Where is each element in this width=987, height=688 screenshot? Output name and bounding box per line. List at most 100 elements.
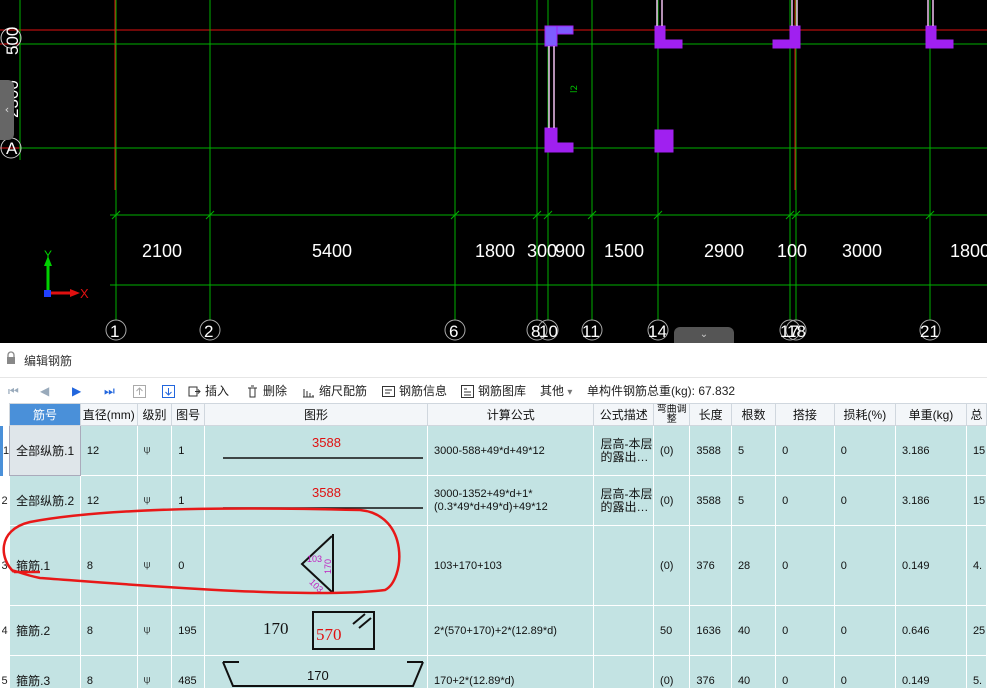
- cell-length[interactable]: 3588: [689, 425, 732, 476]
- cell-figure[interactable]: 170 570: [203, 605, 428, 656]
- cell-length[interactable]: 1636: [689, 605, 732, 656]
- cell-length[interactable]: 376: [689, 655, 732, 688]
- cell-bend[interactable]: (0): [653, 525, 691, 606]
- move-up-button[interactable]: [133, 382, 150, 400]
- col-header[interactable]: 筋号: [9, 403, 81, 426]
- cell-count[interactable]: 5: [730, 475, 777, 526]
- cell-bend[interactable]: (0): [653, 425, 691, 476]
- insert-button[interactable]: 插入: [188, 382, 229, 400]
- col-header[interactable]: 根数: [730, 403, 777, 426]
- cell-lap[interactable]: 0: [775, 475, 835, 526]
- scale-rebar-button[interactable]: 缩尺配筋: [302, 382, 367, 400]
- left-collapse-handle[interactable]: ‹: [0, 80, 14, 140]
- cell-length[interactable]: 376: [689, 525, 732, 606]
- cell-total-weight[interactable]: 5.: [965, 655, 987, 688]
- cell-fig-no[interactable]: 195: [171, 605, 205, 656]
- cell-count[interactable]: 40: [730, 655, 777, 688]
- row-number[interactable]: 3: [1, 525, 10, 606]
- cell-total-weight[interactable]: 15: [965, 475, 987, 526]
- cell-lap[interactable]: 0: [775, 525, 835, 606]
- cell-length[interactable]: 3588: [689, 475, 732, 526]
- cell-description[interactable]: 层高-本层的露出…: [593, 425, 655, 476]
- col-header[interactable]: 损耗(%): [833, 403, 897, 426]
- table-row[interactable]: 5 箍筋.3 8 ⍦ 485 170 170+2*(12.89*d) (0) 3…: [1, 655, 987, 688]
- cell-unit-weight[interactable]: 0.646: [895, 605, 967, 656]
- cell-diameter[interactable]: 8: [79, 605, 138, 656]
- col-header[interactable]: 公式描述: [593, 403, 655, 426]
- cell-grade[interactable]: ⍦: [136, 655, 173, 688]
- cell-unit-weight[interactable]: 0.149: [895, 525, 967, 606]
- cell-description[interactable]: [593, 525, 655, 606]
- move-down-button[interactable]: [162, 382, 179, 400]
- cell-unit-weight[interactable]: 3.186: [895, 475, 967, 526]
- cell-formula[interactable]: 170+2*(12.89*d): [426, 655, 595, 688]
- cell-count[interactable]: 28: [730, 525, 777, 606]
- cell-unit-weight[interactable]: 3.186: [895, 425, 967, 476]
- delete-button[interactable]: 删除: [246, 382, 287, 400]
- other-menu-button[interactable]: 其他 ▾: [540, 382, 572, 400]
- col-header[interactable]: 搭接: [775, 403, 835, 426]
- row-number[interactable]: 2: [1, 475, 10, 526]
- row-number[interactable]: 5: [1, 655, 10, 688]
- row-number[interactable]: 4: [1, 605, 10, 656]
- col-header[interactable]: 图号: [171, 403, 205, 426]
- nav-next-button[interactable]: ▶: [72, 382, 81, 400]
- cell-unit-weight[interactable]: 0.149: [895, 655, 967, 688]
- cell-name[interactable]: 箍筋.1: [9, 525, 81, 606]
- col-header[interactable]: 直径(mm): [79, 403, 138, 426]
- cell-total-weight[interactable]: 15: [965, 425, 987, 476]
- col-header[interactable]: 弯曲调整: [653, 403, 691, 426]
- cell-formula[interactable]: 103+170+103: [426, 525, 595, 606]
- cell-total-weight[interactable]: 25: [965, 605, 987, 656]
- col-header[interactable]: 单重(kg): [895, 403, 967, 426]
- cell-lap[interactable]: 0: [775, 425, 835, 476]
- cell-loss[interactable]: 0: [833, 525, 897, 606]
- cell-diameter[interactable]: 8: [79, 655, 138, 688]
- rebar-library-button[interactable]: 钢筋图库: [461, 382, 526, 400]
- cell-grade[interactable]: ⍦: [136, 525, 173, 606]
- nav-first-button[interactable]: ⏮: [8, 382, 19, 400]
- cell-diameter[interactable]: 12: [79, 475, 138, 526]
- cell-name[interactable]: 全部纵筋.1: [9, 425, 81, 476]
- row-number[interactable]: 1: [0, 425, 10, 476]
- nav-last-button[interactable]: ⏭: [104, 382, 115, 400]
- cell-loss[interactable]: 0: [833, 655, 897, 688]
- cell-bend[interactable]: 50: [653, 605, 691, 656]
- cell-diameter[interactable]: 12: [79, 425, 138, 476]
- cell-loss[interactable]: 0: [833, 425, 897, 476]
- cell-formula[interactable]: 3000-588+49*d+49*12: [426, 425, 595, 476]
- cell-description[interactable]: 层高-本层的露出…: [593, 475, 655, 526]
- cell-total-weight[interactable]: 4.: [965, 525, 987, 606]
- cell-name[interactable]: 全部纵筋.2: [9, 475, 81, 526]
- cell-grade[interactable]: ⍦: [136, 475, 173, 526]
- cell-fig-no[interactable]: 0: [171, 525, 205, 606]
- cell-bend[interactable]: (0): [653, 475, 691, 526]
- cell-grade[interactable]: ⍦: [136, 605, 173, 656]
- cell-fig-no[interactable]: 1: [171, 425, 205, 476]
- col-header[interactable]: 长度: [689, 403, 732, 426]
- cell-fig-no[interactable]: 1: [171, 475, 205, 526]
- cell-figure[interactable]: 170: [203, 655, 428, 688]
- cell-formula[interactable]: 3000-1352+49*d+1*(0.3*49*d+49*d)+49*12: [426, 475, 595, 526]
- cell-description[interactable]: [593, 655, 655, 688]
- cell-count[interactable]: 5: [730, 425, 777, 476]
- cell-loss[interactable]: 0: [833, 605, 897, 656]
- collapse-panel-tab[interactable]: ⌄: [674, 327, 734, 343]
- cell-formula[interactable]: 2*(570+170)+2*(12.89*d): [426, 605, 595, 656]
- cell-name[interactable]: 箍筋.2: [9, 605, 81, 656]
- table-row[interactable]: 2 全部纵筋.2 12 ⍦ 1 3588 3000-1352+49*d+1*(0…: [1, 475, 987, 526]
- nav-prev-button[interactable]: ◀: [40, 382, 49, 400]
- cell-fig-no[interactable]: 485: [171, 655, 205, 688]
- cell-grade[interactable]: ⍦: [136, 425, 173, 476]
- cell-description[interactable]: [593, 605, 655, 656]
- cell-lap[interactable]: 0: [775, 655, 835, 688]
- col-header[interactable]: 总: [965, 403, 987, 426]
- cell-count[interactable]: 40: [730, 605, 777, 656]
- cad-drawing-canvas[interactable]: l2 A 500 2300 2100 5400 1800 300 900 150…: [0, 0, 987, 343]
- lock-icon[interactable]: [6, 351, 16, 365]
- cell-bend[interactable]: (0): [653, 655, 691, 688]
- table-row[interactable]: 1 全部纵筋.1 12 ⍦ 1 3588 3000-588+49*d+49*12…: [0, 425, 987, 476]
- cell-diameter[interactable]: 8: [79, 525, 138, 606]
- cell-loss[interactable]: 0: [833, 475, 897, 526]
- cell-figure[interactable]: 103 170 103: [203, 525, 428, 606]
